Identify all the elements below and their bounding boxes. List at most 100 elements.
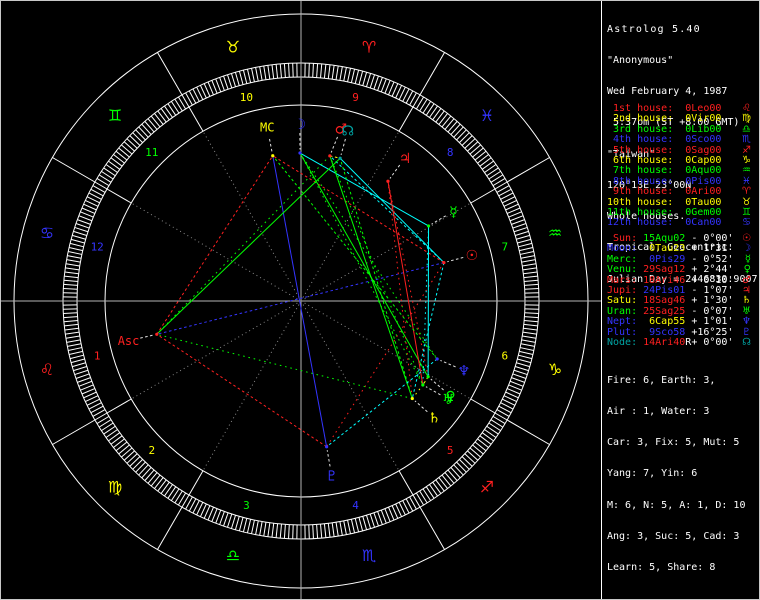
planet-velocity: + 0°00' (691, 336, 734, 348)
planet-glyph-Mercury: ☿ (449, 204, 458, 220)
planet-name: Plut: (607, 326, 644, 338)
zodiac-sign-libra: ♎ (226, 546, 240, 565)
planet-row-Node: Node: 14Ari40R+ 0°00' ☊ (607, 336, 757, 348)
house-number-10: 10 (240, 91, 253, 104)
house-cusp-value: 12th house: 0Can00 (607, 217, 722, 229)
house-number-12: 12 (91, 240, 104, 253)
planet-glyph-icon: ☊ (742, 336, 751, 348)
house-number-6: 6 (501, 350, 508, 363)
tally-mnad: M: 6, N: 5, A: 1, D: 10 (607, 499, 746, 511)
aspect-sex-Neptune-Pluto (326, 358, 438, 448)
house-cusp-value: 2nd house: 0Vir00 (607, 113, 722, 125)
planet-name: Uran: (607, 305, 644, 317)
house-cusp-value: 7th house: 0Aqu00 (607, 165, 722, 177)
tally-elements-1: Fire: 6, Earth: 3, (607, 374, 716, 386)
position-dot-Asc (155, 332, 159, 336)
tally-polarity: Yang: 7, Yin: 6 (607, 468, 698, 480)
planet-velocity: + 0°10' (691, 274, 734, 286)
planet-velocity: + 1°30' (691, 295, 734, 307)
house-number-2: 2 (148, 444, 155, 457)
chart-wheel: ♈♉♊♋♌♍♎ ♏♐♑♒♓123 456789101112☉☽☿♀♂♃♄♅♆♇☊As… (1, 1, 601, 599)
planet-name: Nept: (607, 316, 644, 328)
planet-velocity: - 1°07' (691, 284, 734, 296)
planet-position: 24Pis01 (643, 284, 686, 296)
planet-position-list: Sun: 15Aqu02 - 0°00' ☉ Moon: 0Tau23 + 1°31… (607, 233, 757, 348)
angle-label-MC: MC (260, 121, 274, 135)
position-dot-Node (338, 156, 342, 160)
planet-position: 29Sag12 (643, 264, 686, 276)
position-dot-Saturn (410, 396, 414, 401)
planet-position: 18Ari46 (643, 274, 686, 286)
planet-name: Jupi: (607, 284, 644, 296)
planet-position: 25Sag25 (643, 305, 686, 317)
zodiac-glyph-icon: ♈ (742, 186, 751, 198)
aspect-opp-Sun-Asc (156, 262, 445, 335)
house-number-9: 9 (352, 91, 359, 104)
zodiac-sign-cancer: ♋ (40, 224, 54, 243)
house-cusp-value: 11th house: 0Gem00 (607, 206, 722, 218)
position-dot-Neptune (435, 357, 439, 361)
aspect-tri-Saturn-Asc (156, 333, 413, 400)
house-number-7: 7 (501, 240, 508, 253)
planet-velocity: - 0°52' (691, 253, 734, 265)
house-cusp-value: 1st house: 0Leo00 (607, 103, 722, 114)
planet-position: 9Sco58 (643, 326, 686, 338)
angle-label-Asc: Asc (118, 334, 140, 348)
aspect-squ-Venus-Jupiter (387, 181, 429, 377)
planet-glyph-Neptune: ♆ (458, 363, 471, 379)
zodiac-sign-aries: ♈ (362, 38, 376, 57)
astrolog-window: ♈ ♉ ♊ ♋ ♌ ♍ ♎ ♏ ♐ ♑ ♒ ♓ 1 2 3 4 5 6 7 8 9 10 11 12 ☉ ☽ ☿ ♀ ♂ ♃ ♄ ♅ ♆ ♇ ☊ As… (0, 0, 760, 600)
position-dot-Uranus (421, 383, 425, 387)
position-dot-Mercury (426, 224, 431, 228)
planet-glyph-Jupiter: ♃ (399, 151, 412, 167)
tally-houses: Ang: 3, Suc: 5, Cad: 3 (607, 530, 740, 542)
house-cusp-list: 1st house: 0Leo00 ♌ 2nd house: 0Vir00 ♍ 3r… (607, 103, 757, 229)
planet-name: Moon: (607, 243, 644, 255)
info-sidebar: Astrolog 5.40 "Anonymous" Wed February 4… (601, 1, 759, 599)
position-dot-Pluto (325, 445, 329, 449)
house-number-11: 11 (145, 146, 158, 159)
position-dot-Moon (298, 151, 302, 155)
zodiac-glyph-icon: ♋ (742, 217, 751, 229)
house-cusp-value: 3rd house: 0Lib00 (607, 123, 722, 135)
house-cusp-value: 9th house: 0Ari00 (607, 186, 722, 198)
planet-velocity: + 1°01' (691, 316, 734, 328)
planet-velocity: +16°25' (691, 326, 734, 338)
aspect-sex-Sun-Mars (329, 155, 445, 263)
aspect-squ-Asc-MC (156, 155, 274, 335)
position-dot-Sun (442, 261, 446, 265)
chart-name: "Anonymous" (607, 55, 674, 67)
planet-glyph-Pluto: ♇ (325, 468, 338, 484)
planet-name: Node: (607, 336, 644, 348)
position-dot-Mars (328, 154, 332, 158)
tally-modes: Car: 3, Fix: 5, Mut: 5 (607, 437, 740, 449)
zodiac-sign-scorpio: ♏ (362, 546, 376, 565)
tally-learn-share: Learn: 5, Share: 8 (607, 562, 716, 574)
planet-position: 15Aqu02 (643, 233, 686, 244)
house-row-12th: 12th house: 0Can00 ♋ (607, 217, 757, 229)
house-number-4: 4 (352, 499, 359, 512)
house-cusp-value: 8th house: 0Pis00 (607, 175, 722, 187)
chart-date: Wed February 4, 1987 (607, 86, 728, 98)
zodiac-sign-taurus: ♉ (226, 38, 240, 57)
planet-glyph-Saturn: ♄ (428, 411, 441, 427)
aspect-squ-Sun-MC (272, 155, 445, 264)
aspect-squ-Sun-Pluto (326, 262, 445, 448)
planet-velocity: - 0°00' (691, 233, 734, 244)
zodiac-sign-aquarius: ♒ (548, 224, 562, 243)
house-number-8: 8 (447, 146, 454, 159)
aspect-tri-Mars-Uranus (329, 155, 424, 386)
planet-position: 6Cap55 (643, 316, 686, 328)
position-dot-MC (271, 154, 275, 158)
app-title: Astrolog 5.40 (607, 23, 701, 35)
aspect-squ-Jupiter-Saturn (387, 181, 413, 399)
zodiac-sign-sagittarius: ♐ (480, 478, 494, 497)
planet-glyph-icon: ♆ (742, 316, 751, 328)
position-dot-Jupiter (386, 179, 390, 183)
planet-glyph-Node: ☊ (342, 123, 354, 139)
house-number-5: 5 (447, 444, 454, 457)
zodiac-sign-leo: ♌ (40, 360, 54, 379)
house-number-1: 1 (94, 350, 101, 363)
planet-pointer-lines (140, 133, 464, 467)
house-cusp-value: 10th house: 0Tau00 (607, 196, 722, 208)
